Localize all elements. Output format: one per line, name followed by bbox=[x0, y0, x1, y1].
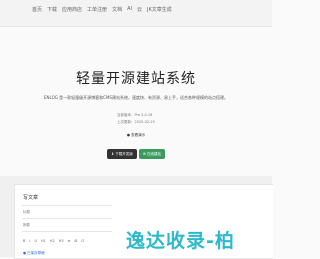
toolbar-bold[interactable]: B bbox=[23, 239, 25, 243]
editor-field-title[interactable]: 标题 bbox=[23, 210, 30, 215]
toolbar-list[interactable]: ≡ bbox=[68, 239, 71, 243]
toolbar-table[interactable]: ⊞ bbox=[75, 239, 78, 243]
online-build-button[interactable]: ⊞ 在线建站 bbox=[139, 149, 165, 159]
save-status: ● 已保存草稿 bbox=[23, 251, 45, 255]
toolbar-image[interactable]: ⊡ bbox=[81, 239, 84, 243]
update-date: 上次更新：2025-02-25 bbox=[117, 120, 155, 124]
editor-field-summary[interactable]: 摘要 bbox=[23, 223, 30, 228]
editor-toolbar: B I U H1 H2 H3 ≡ ⊞ ⊡ bbox=[23, 239, 84, 243]
editor-divider bbox=[22, 231, 112, 232]
toolbar-h3[interactable]: H3 bbox=[59, 239, 64, 243]
nav-item-download[interactable]: 下载 bbox=[47, 6, 57, 13]
toolbar-h2[interactable]: H2 bbox=[50, 239, 55, 243]
watermark-banner: 逸达收录-柏 bbox=[126, 230, 235, 252]
page-title: 轻量开源建站系统 bbox=[76, 71, 196, 87]
nav-item-ai[interactable]: AI bbox=[127, 6, 132, 13]
editor-title: 写文章 bbox=[23, 195, 39, 201]
nav-item-ticket[interactable]: 工单注册 bbox=[87, 6, 107, 13]
nav-item-docs[interactable]: 文档 bbox=[112, 6, 122, 13]
editor-divider bbox=[22, 218, 112, 219]
top-nav: 首页 下载 应用商店 工单注册 文档 AI 云 JK文章生成 bbox=[0, 0, 272, 27]
nav-item-cloud[interactable]: 云 bbox=[137, 6, 142, 13]
nav-item-home[interactable]: 首页 bbox=[32, 6, 42, 13]
demo-link[interactable]: ● 查看演示 bbox=[0, 133, 272, 138]
toolbar-underline[interactable]: U bbox=[34, 239, 37, 243]
download-button[interactable]: ⬇ 下载开发版 bbox=[107, 149, 137, 159]
nav-item-article-gen[interactable]: JK文章生成 bbox=[147, 6, 172, 13]
toolbar-h1[interactable]: H1 bbox=[41, 239, 46, 243]
nav-menu: 首页 下载 应用商店 工单注册 文档 AI 云 JK文章生成 bbox=[32, 6, 172, 13]
hero-description: ENLOG 是一款轻量级开源博客和CMS建站系统，速度快、有资源、易上手，适合各… bbox=[44, 95, 228, 100]
version-info: 当前版本：Pro 2.0.18 bbox=[117, 113, 153, 117]
nav-item-app-store[interactable]: 应用商店 bbox=[62, 6, 82, 13]
editor-divider bbox=[22, 205, 112, 206]
toolbar-italic[interactable]: I bbox=[29, 239, 30, 243]
